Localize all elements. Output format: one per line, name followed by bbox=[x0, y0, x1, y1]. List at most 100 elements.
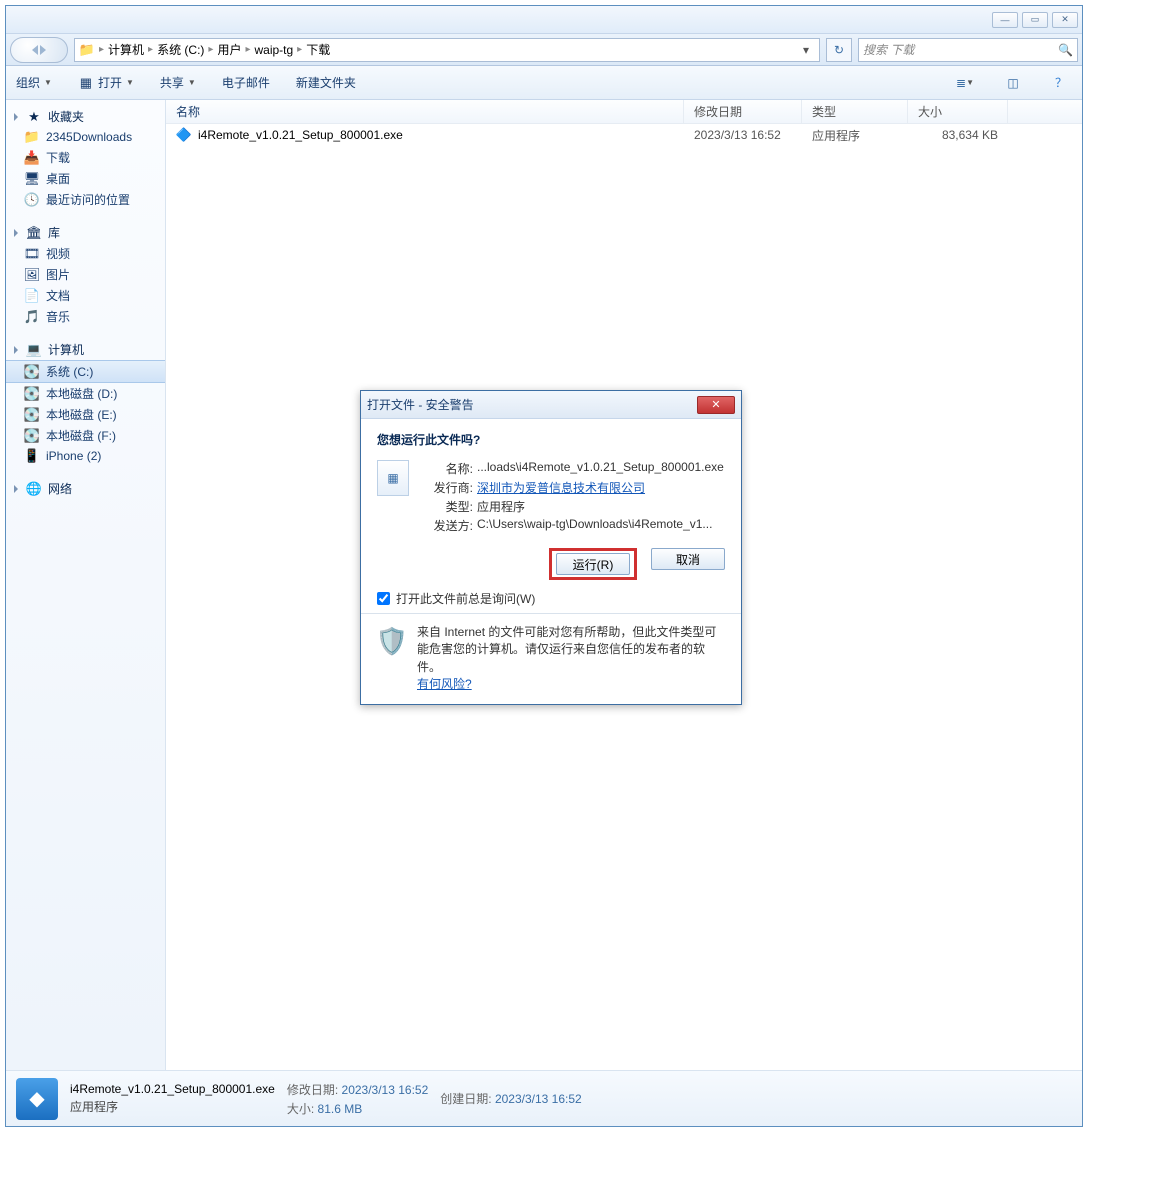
sidebar-item[interactable]: 📁2345Downloads bbox=[6, 127, 165, 147]
shield-warning-icon: 🛡️ bbox=[377, 624, 407, 658]
organize-menu[interactable]: 组织▼ bbox=[16, 74, 52, 91]
expand-icon bbox=[14, 485, 18, 493]
network-header[interactable]: 🌐网络 bbox=[6, 478, 165, 499]
video-icon: 🎞 bbox=[24, 246, 40, 262]
divider bbox=[361, 613, 741, 614]
sidebar-item[interactable]: 🕓最近访问的位置 bbox=[6, 189, 165, 210]
drive-icon: 💽 bbox=[24, 407, 40, 423]
toolbar: 组织▼ ▦ 打开▼ 共享▼ 电子邮件 新建文件夹 ≣ ▼ ◫ ？ bbox=[6, 66, 1082, 100]
library-icon: 🏛 bbox=[26, 225, 42, 241]
run-button-highlight: 运行(R) bbox=[549, 548, 637, 580]
expand-icon bbox=[14, 113, 18, 121]
back-icon bbox=[32, 45, 38, 55]
breadcrumb[interactable]: 用户 bbox=[217, 41, 241, 58]
col-name[interactable]: 名称 bbox=[166, 100, 684, 123]
window-titlebar: — ▭ ✕ bbox=[6, 6, 1082, 34]
phone-icon: 📱 bbox=[24, 448, 40, 464]
preview-pane-button[interactable]: ◫ bbox=[1002, 74, 1024, 92]
document-icon: 📄 bbox=[24, 288, 40, 304]
sidebar-item[interactable]: 🎞视频 bbox=[6, 243, 165, 264]
sidebar-item[interactable]: 💽本地磁盘 (F:) bbox=[6, 425, 165, 446]
address-bar[interactable]: 📁 ▸ 计算机 ▸ 系统 (C:) ▸ 用户 ▸ waip-tg ▸ 下载 ▾ bbox=[74, 38, 820, 62]
dialog-title: 打开文件 - 安全警告 bbox=[367, 396, 474, 413]
open-icon: ▦ bbox=[78, 75, 94, 91]
music-icon: 🎵 bbox=[24, 309, 40, 325]
chevron-right-icon: ▸ bbox=[148, 44, 153, 55]
nav-back-forward[interactable] bbox=[10, 37, 68, 63]
refresh-button[interactable]: ↻ bbox=[826, 38, 852, 62]
chevron-down-icon: ▼ bbox=[126, 78, 134, 87]
breadcrumb[interactable]: 计算机 bbox=[108, 41, 144, 58]
col-size[interactable]: 大小 bbox=[908, 100, 1008, 123]
search-input[interactable]: 搜索 下载 🔍 bbox=[858, 38, 1078, 62]
file-row[interactable]: 🔷i4Remote_v1.0.21_Setup_800001.exe 2023/… bbox=[166, 124, 1082, 146]
view-options-button[interactable]: ≣ ▼ bbox=[954, 74, 976, 92]
chevron-right-icon: ▸ bbox=[245, 44, 250, 55]
libraries-header[interactable]: 🏛库 bbox=[6, 222, 165, 243]
cancel-button[interactable]: 取消 bbox=[651, 548, 725, 570]
chevron-right-icon: ▸ bbox=[208, 44, 213, 55]
details-pane: ◆ i4Remote_v1.0.21_Setup_800001.exe 应用程序… bbox=[6, 1070, 1082, 1126]
new-folder-button[interactable]: 新建文件夹 bbox=[296, 74, 356, 91]
sidebar-item[interactable]: 📄文档 bbox=[6, 285, 165, 306]
computer-header[interactable]: 💻计算机 bbox=[6, 339, 165, 360]
always-ask-input[interactable] bbox=[377, 592, 390, 605]
chevron-down-icon: ▼ bbox=[188, 78, 196, 87]
breadcrumb[interactable]: waip-tg bbox=[254, 43, 293, 57]
nav-tree: ★收藏夹 📁2345Downloads 📥下载 🖥桌面 🕓最近访问的位置 🏛库 … bbox=[6, 100, 166, 1070]
sidebar-item[interactable]: 💽本地磁盘 (D:) bbox=[6, 383, 165, 404]
risk-link[interactable]: 有何风险? bbox=[417, 677, 472, 691]
publisher-link[interactable]: 深圳市为爱普信息技术有限公司 bbox=[477, 479, 724, 496]
star-icon: ★ bbox=[26, 109, 42, 125]
sidebar-item-system-c[interactable]: 💽系统 (C:) bbox=[6, 360, 165, 383]
chevron-right-icon: ▸ bbox=[297, 44, 302, 55]
sidebar-item[interactable]: 🖼图片 bbox=[6, 264, 165, 285]
open-button[interactable]: ▦ 打开▼ bbox=[78, 74, 134, 91]
share-menu[interactable]: 共享▼ bbox=[160, 74, 196, 91]
sidebar-item[interactable]: 📥下载 bbox=[6, 147, 165, 168]
col-type[interactable]: 类型 bbox=[802, 100, 908, 123]
breadcrumb[interactable]: 下载 bbox=[306, 41, 330, 58]
downloads-icon: 📥 bbox=[24, 150, 40, 166]
sidebar-item[interactable]: 🖥桌面 bbox=[6, 168, 165, 189]
close-window-button[interactable]: ✕ bbox=[1052, 12, 1078, 28]
favorites-header[interactable]: ★收藏夹 bbox=[6, 106, 165, 127]
desktop-icon: 🖥 bbox=[24, 171, 40, 187]
always-ask-checkbox[interactable]: 打开此文件前总是询问(W) bbox=[377, 590, 725, 607]
sidebar-item[interactable]: 🎵音乐 bbox=[6, 306, 165, 327]
maximize-button[interactable]: ▭ bbox=[1022, 12, 1048, 28]
help-button[interactable]: ？ bbox=[1050, 74, 1072, 92]
file-name: i4Remote_v1.0.21_Setup_800001.exe bbox=[70, 1082, 275, 1096]
warning-text: 来自 Internet 的文件可能对您有所帮助，但此文件类型可能危害您的计算机。… bbox=[417, 625, 716, 674]
chevron-down-icon: ▼ bbox=[44, 78, 52, 87]
email-button[interactable]: 电子邮件 bbox=[222, 74, 270, 91]
application-icon: ▦ bbox=[377, 460, 409, 496]
chevron-right-icon: ▸ bbox=[99, 44, 104, 55]
run-button[interactable]: 运行(R) bbox=[556, 553, 630, 575]
file-details: 名称: ...loads\i4Remote_v1.0.21_Setup_8000… bbox=[421, 460, 724, 534]
dialog-question: 您想运行此文件吗? bbox=[377, 431, 725, 448]
file-large-icon: ◆ bbox=[16, 1078, 58, 1120]
image-icon: 🖼 bbox=[24, 267, 40, 283]
sidebar-item[interactable]: 💽本地磁盘 (E:) bbox=[6, 404, 165, 425]
minimize-button[interactable]: — bbox=[992, 12, 1018, 28]
computer-icon: 💻 bbox=[26, 342, 42, 358]
drive-icon: 💽 bbox=[24, 386, 40, 402]
detail-name: ...loads\i4Remote_v1.0.21_Setup_800001.e… bbox=[477, 460, 724, 474]
breadcrumb[interactable]: 系统 (C:) bbox=[157, 41, 204, 58]
folder-icon: 📁 bbox=[79, 42, 95, 58]
explorer-window: — ▭ ✕ 📁 ▸ 计算机 ▸ 系统 (C:) ▸ 用户 ▸ waip-tg ▸… bbox=[5, 5, 1083, 1127]
address-dropdown-icon[interactable]: ▾ bbox=[797, 43, 815, 57]
dialog-close-button[interactable]: ✕ bbox=[697, 396, 735, 414]
expand-icon bbox=[14, 229, 18, 237]
sidebar-item[interactable]: 📱iPhone (2) bbox=[6, 446, 165, 466]
file-type: 应用程序 bbox=[70, 1098, 275, 1115]
expand-icon bbox=[14, 346, 18, 354]
folder-icon: 📁 bbox=[24, 129, 40, 145]
detail-from: C:\Users\waip-tg\Downloads\i4Remote_v1..… bbox=[477, 517, 724, 531]
search-placeholder: 搜索 下载 bbox=[863, 41, 914, 58]
security-warning-dialog: 打开文件 - 安全警告 ✕ 您想运行此文件吗? ▦ 名称: ...loads\i… bbox=[360, 390, 742, 705]
col-date[interactable]: 修改日期 bbox=[684, 100, 802, 123]
exe-icon: 🔷 bbox=[176, 127, 192, 143]
recent-icon: 🕓 bbox=[24, 192, 40, 208]
